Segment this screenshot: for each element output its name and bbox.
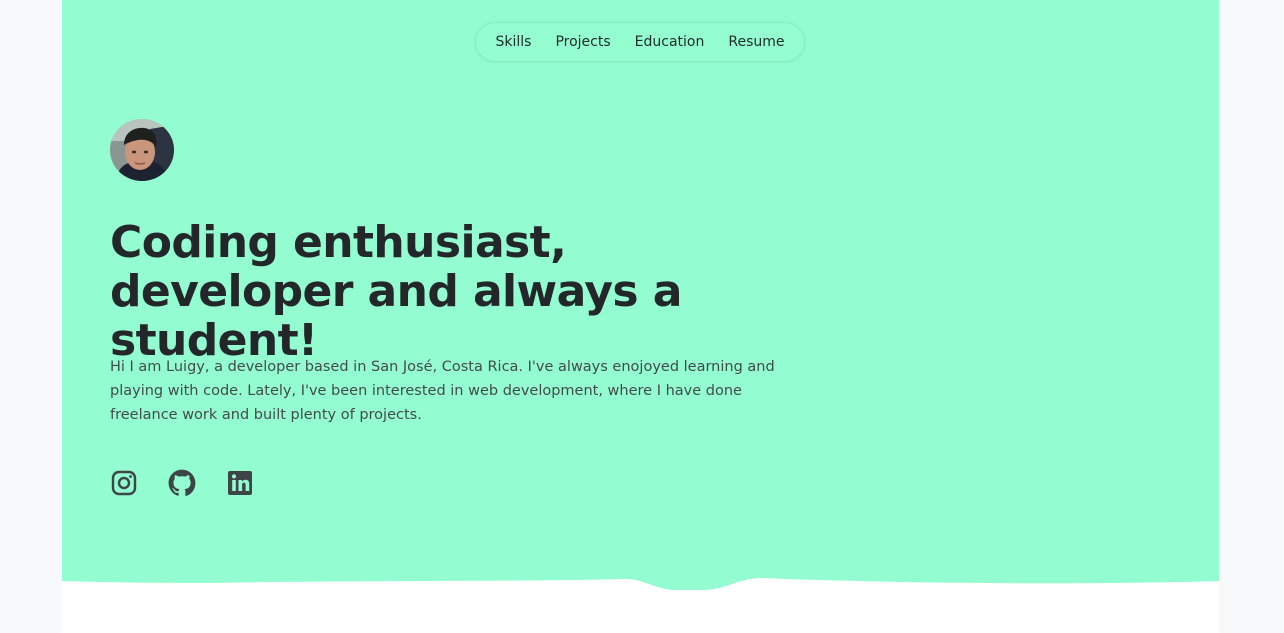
social-links [110,469,254,497]
linkedin-icon [228,471,252,495]
top-navigation: Skills Projects Education Resume [475,22,805,62]
nav-link-projects[interactable]: Projects [555,34,610,50]
github-icon [168,469,196,496]
hero-section: Skills Projects Education Resume Coding … [62,0,1219,600]
avatar [110,119,174,181]
instagram-icon [111,470,137,496]
instagram-link[interactable] [110,469,138,497]
linkedin-link[interactable] [226,469,254,497]
hero-headline: Coding enthusiast, developer and always … [110,217,682,366]
github-link[interactable] [168,469,196,497]
nav-link-skills[interactable]: Skills [495,34,531,50]
nav-link-education[interactable]: Education [635,34,705,50]
page: Skills Projects Education Resume Coding … [62,0,1219,633]
hero-intro-text: Hi I am Luigy, a developer based in San … [110,359,775,423]
nav-link-resume[interactable]: Resume [728,34,784,50]
